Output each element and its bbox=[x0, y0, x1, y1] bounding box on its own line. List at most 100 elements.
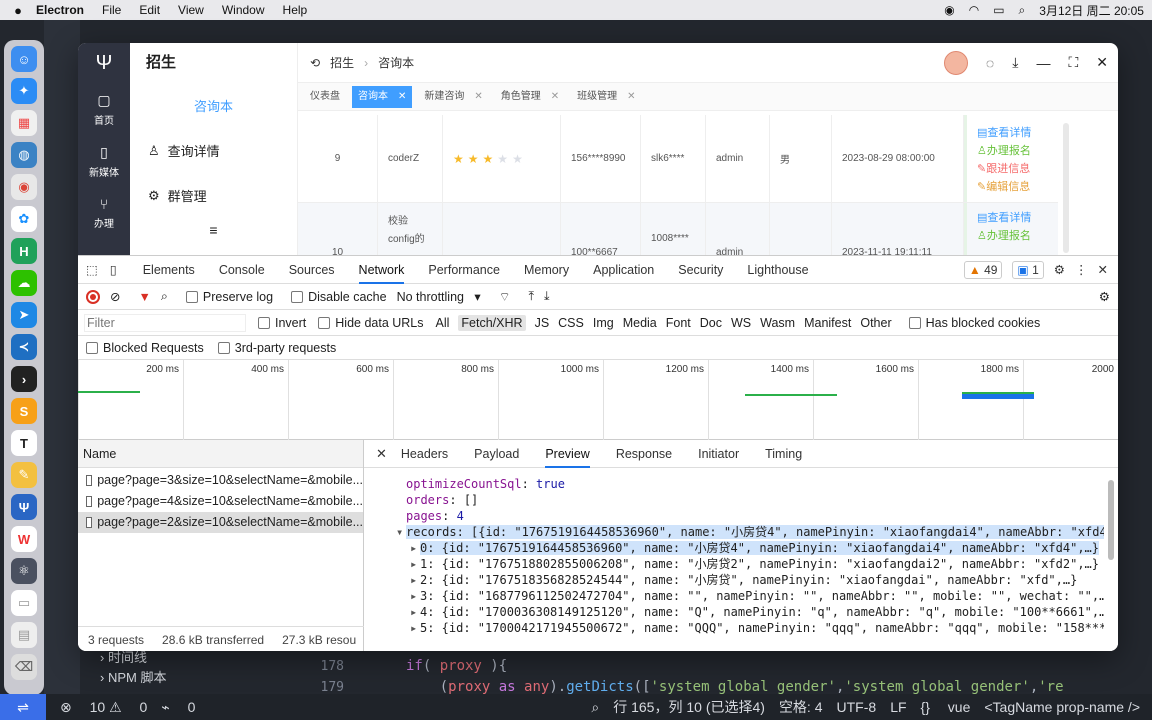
export-har-icon[interactable]: ⤓ bbox=[544, 289, 550, 304]
download-icon[interactable]: ⤓ bbox=[1012, 54, 1018, 71]
folder-icon[interactable]: ▤ bbox=[11, 622, 37, 648]
safari-icon[interactable]: ✦ bbox=[11, 78, 37, 104]
tab-console[interactable]: Console bbox=[219, 263, 265, 277]
apple-icon[interactable]: ● bbox=[0, 3, 36, 18]
type-all[interactable]: All bbox=[436, 316, 450, 330]
menu-app[interactable]: Electron bbox=[36, 3, 84, 17]
submenu-item-group-manage[interactable]: ⚙ 群管理 bbox=[130, 173, 297, 218]
remote-icon[interactable]: ⇌ bbox=[0, 694, 46, 720]
tag-hint[interactable]: <TagName prop-name /> bbox=[984, 699, 1140, 715]
tab-timing[interactable]: Timing bbox=[765, 447, 802, 461]
launchpad-icon[interactable]: ▦ bbox=[11, 110, 37, 136]
avatar[interactable] bbox=[943, 50, 968, 75]
error-count[interactable]: ⊗ 10 ⚠ 0 bbox=[60, 699, 147, 716]
vscode-code[interactable]: if( proxy ){ (proxy as any).getDicts(['s… bbox=[406, 656, 1064, 698]
type-font[interactable]: Font bbox=[666, 316, 691, 330]
submenu-item-consult-book[interactable]: 咨询本 bbox=[130, 83, 297, 128]
ports-count[interactable]: ⌁ 0 bbox=[161, 699, 195, 716]
tab-new-consult[interactable]: 新建咨询 ✕ bbox=[418, 86, 488, 108]
tab-preview[interactable]: Preview bbox=[545, 440, 590, 468]
tab-payload[interactable]: Payload bbox=[474, 447, 519, 461]
tab-close-icon[interactable]: ✕ bbox=[398, 86, 406, 108]
hide-data-urls-checkbox[interactable]: Hide data URLs bbox=[318, 316, 424, 330]
enroll-link[interactable]: ♙办理报名 bbox=[977, 227, 1031, 243]
tab-class-manage[interactable]: 班级管理 ✕ bbox=[571, 86, 641, 108]
type-other[interactable]: Other bbox=[860, 316, 891, 330]
view-detail-link[interactable]: ▤查看详情 bbox=[977, 209, 1031, 225]
type-img[interactable]: Img bbox=[593, 316, 614, 330]
settings-gear-icon[interactable]: ⚙ bbox=[1054, 262, 1065, 277]
submenu-item-query-detail[interactable]: ♙ 查询详情 bbox=[130, 128, 297, 173]
type-fetch-xhr[interactable]: Fetch/XHR bbox=[458, 314, 526, 331]
wps-icon[interactable]: W bbox=[11, 526, 37, 552]
record-stop-icon[interactable] bbox=[86, 289, 100, 304]
disable-cache-checkbox[interactable]: Disable cache bbox=[291, 290, 387, 304]
json-record-item[interactable]: ▸ 3: {id: "1687796112502472704", name: ""… bbox=[410, 588, 1104, 604]
json-records-line[interactable]: ▾ records: [{id: "1767519164458536960", n… bbox=[396, 524, 1104, 540]
json-record-item[interactable]: ▸ 1: {id: "1767518802855006208", name: "小… bbox=[410, 556, 1104, 572]
sublime-icon[interactable]: S bbox=[11, 398, 37, 424]
tab-lighthouse[interactable]: Lighthouse bbox=[747, 263, 808, 277]
finder-icon[interactable]: ☺ bbox=[11, 46, 37, 72]
encoding[interactable]: UTF-8 bbox=[837, 699, 877, 715]
warnings-badge[interactable]: ▲ 49 bbox=[963, 260, 1003, 279]
tree-item-npm[interactable]: › NPM 脚本 bbox=[100, 668, 166, 688]
expand-triangle-icon[interactable]: ▸ bbox=[410, 588, 420, 604]
deer-app-icon[interactable]: Ψ bbox=[11, 494, 37, 520]
zoom-icon[interactable]: ⌕ bbox=[591, 699, 599, 716]
enroll-link[interactable]: ♙办理报名 bbox=[977, 142, 1031, 158]
battery-icon[interactable]: ▭ bbox=[993, 3, 1004, 17]
app-icon[interactable]: ◍ bbox=[11, 142, 37, 168]
electron-icon[interactable]: ⚛ bbox=[11, 558, 37, 584]
maximize-icon[interactable]: ⛶ bbox=[1068, 54, 1078, 71]
type-manifest[interactable]: Manifest bbox=[804, 316, 851, 330]
more-menu-icon[interactable]: ⋮ bbox=[1075, 262, 1088, 277]
close-icon[interactable]: ✕ bbox=[1096, 54, 1108, 71]
tab-network[interactable]: Network bbox=[358, 256, 405, 284]
trash-icon[interactable]: ⌫ bbox=[11, 654, 37, 680]
record-icon[interactable]: ◉ bbox=[944, 3, 954, 17]
network-settings-icon[interactable]: ⚙ bbox=[1099, 289, 1110, 304]
filter-icon[interactable]: ▼ bbox=[138, 290, 150, 304]
preview-icon[interactable]: ▭ bbox=[11, 590, 37, 616]
json-record-item[interactable]: ▸ 5: {id: "1700042171945500672", name: "Q… bbox=[410, 620, 1104, 636]
table-row[interactable]: 9 coderZ ★ ★ ★ ★ ★ 156****8990 slk6**** admi… bbox=[298, 115, 1058, 203]
expand-triangle-icon[interactable]: ▸ bbox=[410, 620, 420, 636]
palette-icon[interactable]: ✎ bbox=[11, 462, 37, 488]
type-media[interactable]: Media bbox=[623, 316, 657, 330]
clock[interactable]: 3月12日 周二 20:05 bbox=[1039, 2, 1144, 19]
type-css[interactable]: CSS bbox=[558, 316, 584, 330]
expand-triangle-icon[interactable]: ▸ bbox=[410, 556, 420, 572]
eol[interactable]: LF bbox=[890, 699, 906, 715]
wifi-icon[interactable]: ◠ bbox=[969, 3, 979, 17]
type-doc[interactable]: Doc bbox=[700, 316, 722, 330]
language-mode[interactable]: {} vue bbox=[921, 699, 971, 715]
breadcrumb-item-0[interactable]: 招生 bbox=[330, 54, 354, 71]
hbuilder-icon[interactable]: H bbox=[11, 238, 37, 264]
tab-consult-book[interactable]: 咨询本 ✕ bbox=[352, 85, 413, 108]
inspect-icon[interactable]: ⬚ bbox=[86, 262, 98, 277]
nav-process[interactable]: ⑂ 办理 bbox=[78, 187, 130, 239]
menu-edit[interactable]: Edit bbox=[139, 3, 160, 17]
network-conditions-icon[interactable]: ⌔ bbox=[499, 289, 511, 305]
tab-application[interactable]: Application bbox=[593, 263, 654, 277]
chat-icon[interactable]: ◌ bbox=[986, 55, 994, 71]
follow-up-link[interactable]: ✎跟进信息 bbox=[977, 160, 1031, 176]
tab-response[interactable]: Response bbox=[616, 447, 672, 461]
filter-input[interactable]: Filter bbox=[84, 313, 246, 332]
menu-file[interactable]: File bbox=[102, 3, 121, 17]
edit-info-link[interactable]: ✎编辑信息 bbox=[977, 178, 1031, 194]
close-detail-icon[interactable]: ✕ bbox=[376, 446, 387, 462]
chrome-icon[interactable]: ◉ bbox=[11, 174, 37, 200]
json-record-item[interactable]: ▸ 4: {id: "1700036308149125120", name: "Q… bbox=[410, 604, 1104, 620]
expand-triangle-icon[interactable]: ▾ bbox=[396, 524, 406, 540]
json-record-item[interactable]: ▸ 0: {id: "1767519164458536960", name: "小… bbox=[410, 540, 1104, 556]
blocked-cookies-checkbox[interactable]: Has blocked cookies bbox=[908, 316, 1040, 330]
tab-close-icon[interactable]: ✕ bbox=[627, 86, 635, 108]
type-js[interactable]: JS bbox=[535, 316, 550, 330]
terminal-icon[interactable]: › bbox=[11, 366, 37, 392]
nav-home[interactable]: ▢ 首页 bbox=[78, 83, 130, 135]
request-row[interactable]: page?page=4&size=10&selectName=&mobile..… bbox=[78, 491, 363, 512]
preserve-log-checkbox[interactable]: Preserve log bbox=[185, 290, 273, 304]
nav-media[interactable]: ▯ 新媒体 bbox=[78, 135, 130, 187]
